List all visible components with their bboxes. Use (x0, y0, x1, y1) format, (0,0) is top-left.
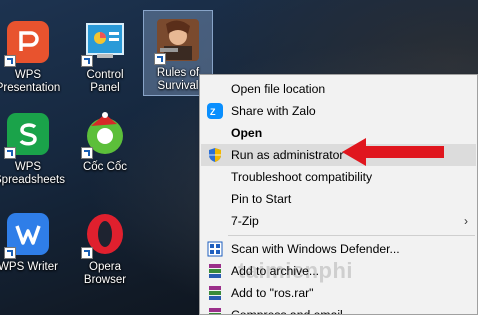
menu-item-scan-with-windows-defender[interactable]: Scan with Windows Defender... (201, 238, 476, 260)
menu-item-troubleshoot-compatibility[interactable]: Troubleshoot compatibility (201, 166, 476, 188)
icon-label: Spreadsheets (0, 174, 65, 186)
menu-item-label: Scan with Windows Defender... (231, 242, 400, 256)
icon-label: Cốc Cốc (82, 161, 128, 173)
shortcut-arrow-icon (154, 53, 166, 65)
uac-shield-icon (207, 147, 223, 163)
menu-item-compress-and-email[interactable]: Compress and email... (201, 304, 476, 314)
menu-item-share-with-zalo[interactable]: Z Share with Zalo (201, 100, 476, 122)
rules-of-survival-icon (154, 18, 200, 65)
shortcut-arrow-icon (4, 147, 16, 159)
shortcut-arrow-icon (81, 147, 93, 159)
shortcut-arrow-icon (81, 247, 93, 259)
menu-item-label: Pin to Start (231, 192, 292, 206)
desktop-icon-coc-coc[interactable]: Cốc Cốc (71, 112, 139, 174)
desktop-icon-opera[interactable]: Opera Browser (71, 212, 139, 287)
icon-label: WPS Writer (0, 261, 58, 273)
winrar-icon (207, 307, 223, 314)
shortcut-arrow-icon (81, 55, 93, 67)
menu-item-7zip[interactable]: 7-Zip › (201, 210, 476, 232)
desktop-icon-wps-presentation[interactable]: WPS Presentation (0, 20, 62, 95)
menu-item-label: Compress and email... (231, 304, 353, 314)
wps-writer-icon (4, 212, 50, 259)
icon-label: Presentation (0, 82, 61, 94)
icon-label: Browser (83, 274, 127, 286)
control-panel-icon (81, 20, 127, 67)
menu-item-label: Add to "ros.rar" (231, 286, 314, 300)
menu-separator (228, 235, 475, 236)
red-pointer-arrow-icon (342, 138, 444, 166)
desktop-icon-control-panel[interactable]: Control Panel (71, 20, 139, 95)
wps-spreadsheets-icon (4, 112, 50, 159)
winrar-icon (207, 285, 223, 301)
submenu-arrow-icon: › (464, 214, 468, 228)
menu-item-label: Run as administrator (231, 148, 344, 162)
icon-label: WPS (14, 161, 42, 173)
icon-label: WPS (14, 69, 42, 81)
coc-coc-icon (81, 112, 127, 159)
wps-presentation-icon (4, 20, 50, 67)
zalo-icon: Z (207, 103, 223, 119)
menu-item-label: Open (231, 126, 263, 140)
menu-item-label: Share with Zalo (231, 104, 316, 118)
opera-icon (81, 212, 127, 259)
icon-label: Panel (90, 82, 120, 94)
icon-label: Control (86, 69, 124, 81)
svg-text:Z: Z (210, 107, 216, 117)
watermark-text: taimienphi (238, 258, 354, 283)
menu-item-add-to-ros-rar[interactable]: Add to "ros.rar" (201, 282, 476, 304)
menu-item-label: Open file location (231, 82, 326, 96)
shortcut-arrow-icon (4, 55, 16, 67)
shortcut-arrow-icon (4, 247, 16, 259)
menu-item-pin-to-start[interactable]: Pin to Start (201, 188, 476, 210)
desktop-icon-wps-writer[interactable]: WPS Writer (0, 212, 62, 274)
icon-label: Opera (89, 261, 121, 273)
menu-item-open-file-location[interactable]: Open file location (201, 78, 476, 100)
menu-item-label: 7-Zip (231, 214, 259, 228)
windows-defender-icon (207, 241, 223, 257)
menu-item-label: Troubleshoot compatibility (231, 170, 373, 184)
winrar-icon (207, 263, 223, 279)
desktop-icon-wps-spreadsheets[interactable]: WPS Spreadsheets (0, 112, 65, 187)
